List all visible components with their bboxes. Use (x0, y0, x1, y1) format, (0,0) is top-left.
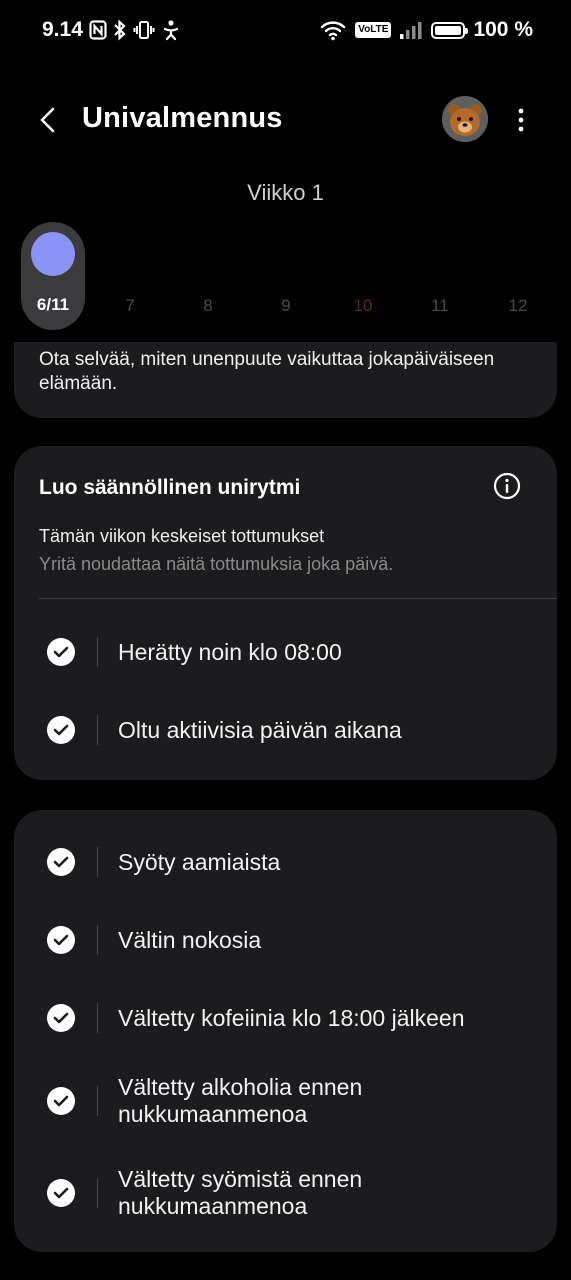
habit-label: Herätty noin klo 08:00 (118, 638, 342, 665)
habit-label: Vältetty alkoholia ennen nukkumaanmenoa (118, 1074, 363, 1127)
volte-badge: VoLTE (355, 22, 392, 38)
habit-item[interactable]: Vältetty alkoholia ennen nukkumaanmenoa (14, 1068, 557, 1134)
habit-label: Vältin nokosia (118, 926, 262, 953)
day-item[interactable]: 12 (498, 296, 538, 316)
checkmark-icon (47, 1087, 75, 1115)
day-item[interactable]: 8 (188, 296, 228, 316)
intro-text: Ota selvää, miten unenpuute vaikuttaa jo… (39, 349, 495, 394)
day-selected[interactable]: 6/11 (21, 222, 85, 330)
accessibility-icon (161, 18, 181, 42)
app-bar: Univalmennus (0, 90, 571, 150)
habit-label: Oltu aktiivisia päivän aikana (118, 716, 402, 743)
day-item[interactable]: 11 (420, 296, 460, 316)
more-options-button[interactable] (506, 100, 536, 140)
day-selected-label: 6/11 (36, 295, 70, 314)
habit-separator (97, 1178, 98, 1208)
status-left: 9.14 (42, 18, 181, 42)
info-icon (493, 472, 521, 500)
habit-separator (97, 715, 98, 745)
habits-title: Tämän viikon keskeiset tottumukset (39, 526, 325, 546)
divider (39, 598, 557, 599)
avatar[interactable] (442, 96, 488, 142)
habit-label: Syöty aamiaista (118, 848, 281, 875)
bear-avatar-icon (442, 96, 488, 142)
habit-separator (97, 925, 98, 955)
habit-label: Vältetty syömistä ennen nukkumaanmenoa (118, 1166, 363, 1219)
checkmark-icon (47, 926, 75, 954)
habit-item[interactable]: Vältetty syömistä ennen nukkumaanmenoa (14, 1160, 557, 1226)
checkmark-icon (47, 1179, 75, 1207)
habit-label: Vältetty kofeiinia klo 18:00 jälkeen (118, 1004, 465, 1031)
habit-item[interactable]: Vältin nokosia (14, 910, 557, 970)
habit-separator (97, 637, 98, 667)
status-right: VoLTE 100 % (319, 18, 533, 42)
habit-separator (97, 1003, 98, 1033)
signal-icon (399, 18, 423, 42)
week-label: Viikko 1 (247, 180, 324, 205)
battery-icon (431, 21, 469, 39)
info-button[interactable] (493, 472, 521, 500)
checkmark-icon (47, 716, 75, 744)
habit-separator (97, 847, 98, 877)
status-time: 9.14 (42, 18, 83, 41)
page-title: Univalmennus (82, 102, 283, 134)
wifi-icon (319, 18, 347, 42)
checkmark-icon (47, 638, 75, 666)
sleep-rhythm-card: Luo säännöllinen unirytmi Tämän viikon k… (14, 446, 557, 780)
day-selector: 6/11 7 8 9 10 11 12 (0, 222, 571, 332)
habits-subtitle: Yritä noudattaa näitä tottumuksia joka p… (39, 554, 394, 574)
checkmark-icon (47, 848, 75, 876)
habit-item[interactable]: Herätty noin klo 08:00 (14, 622, 557, 682)
day-item[interactable]: 9 (266, 296, 306, 316)
battery-percent: 100 % (473, 18, 533, 41)
nfc-icon (89, 18, 107, 42)
habit-list-card: Syöty aamiaista Vältin nokosia Vältetty … (14, 810, 557, 1252)
habit-item[interactable]: Vältetty kofeiinia klo 18:00 jälkeen (14, 988, 557, 1048)
back-arrow-icon (40, 107, 55, 133)
habit-item[interactable]: Syöty aamiaista (14, 832, 557, 892)
card-title: Luo säännöllinen unirytmi (39, 476, 301, 499)
day-progress-dot (31, 232, 75, 276)
vibrate-icon (133, 18, 155, 42)
habit-separator (97, 1086, 98, 1116)
status-bar: 9.14 VoLTE 100 % (0, 0, 571, 62)
intro-card[interactable]: Ota selvää, miten unenpuute vaikuttaa jo… (14, 342, 557, 418)
checkmark-icon (47, 1004, 75, 1032)
bluetooth-icon (113, 18, 127, 42)
habit-item[interactable]: Oltu aktiivisia päivän aikana (14, 700, 557, 760)
back-button[interactable] (30, 100, 66, 140)
more-vertical-icon (518, 108, 524, 132)
day-item[interactable]: 10 (343, 296, 383, 316)
day-item[interactable]: 7 (110, 296, 150, 316)
